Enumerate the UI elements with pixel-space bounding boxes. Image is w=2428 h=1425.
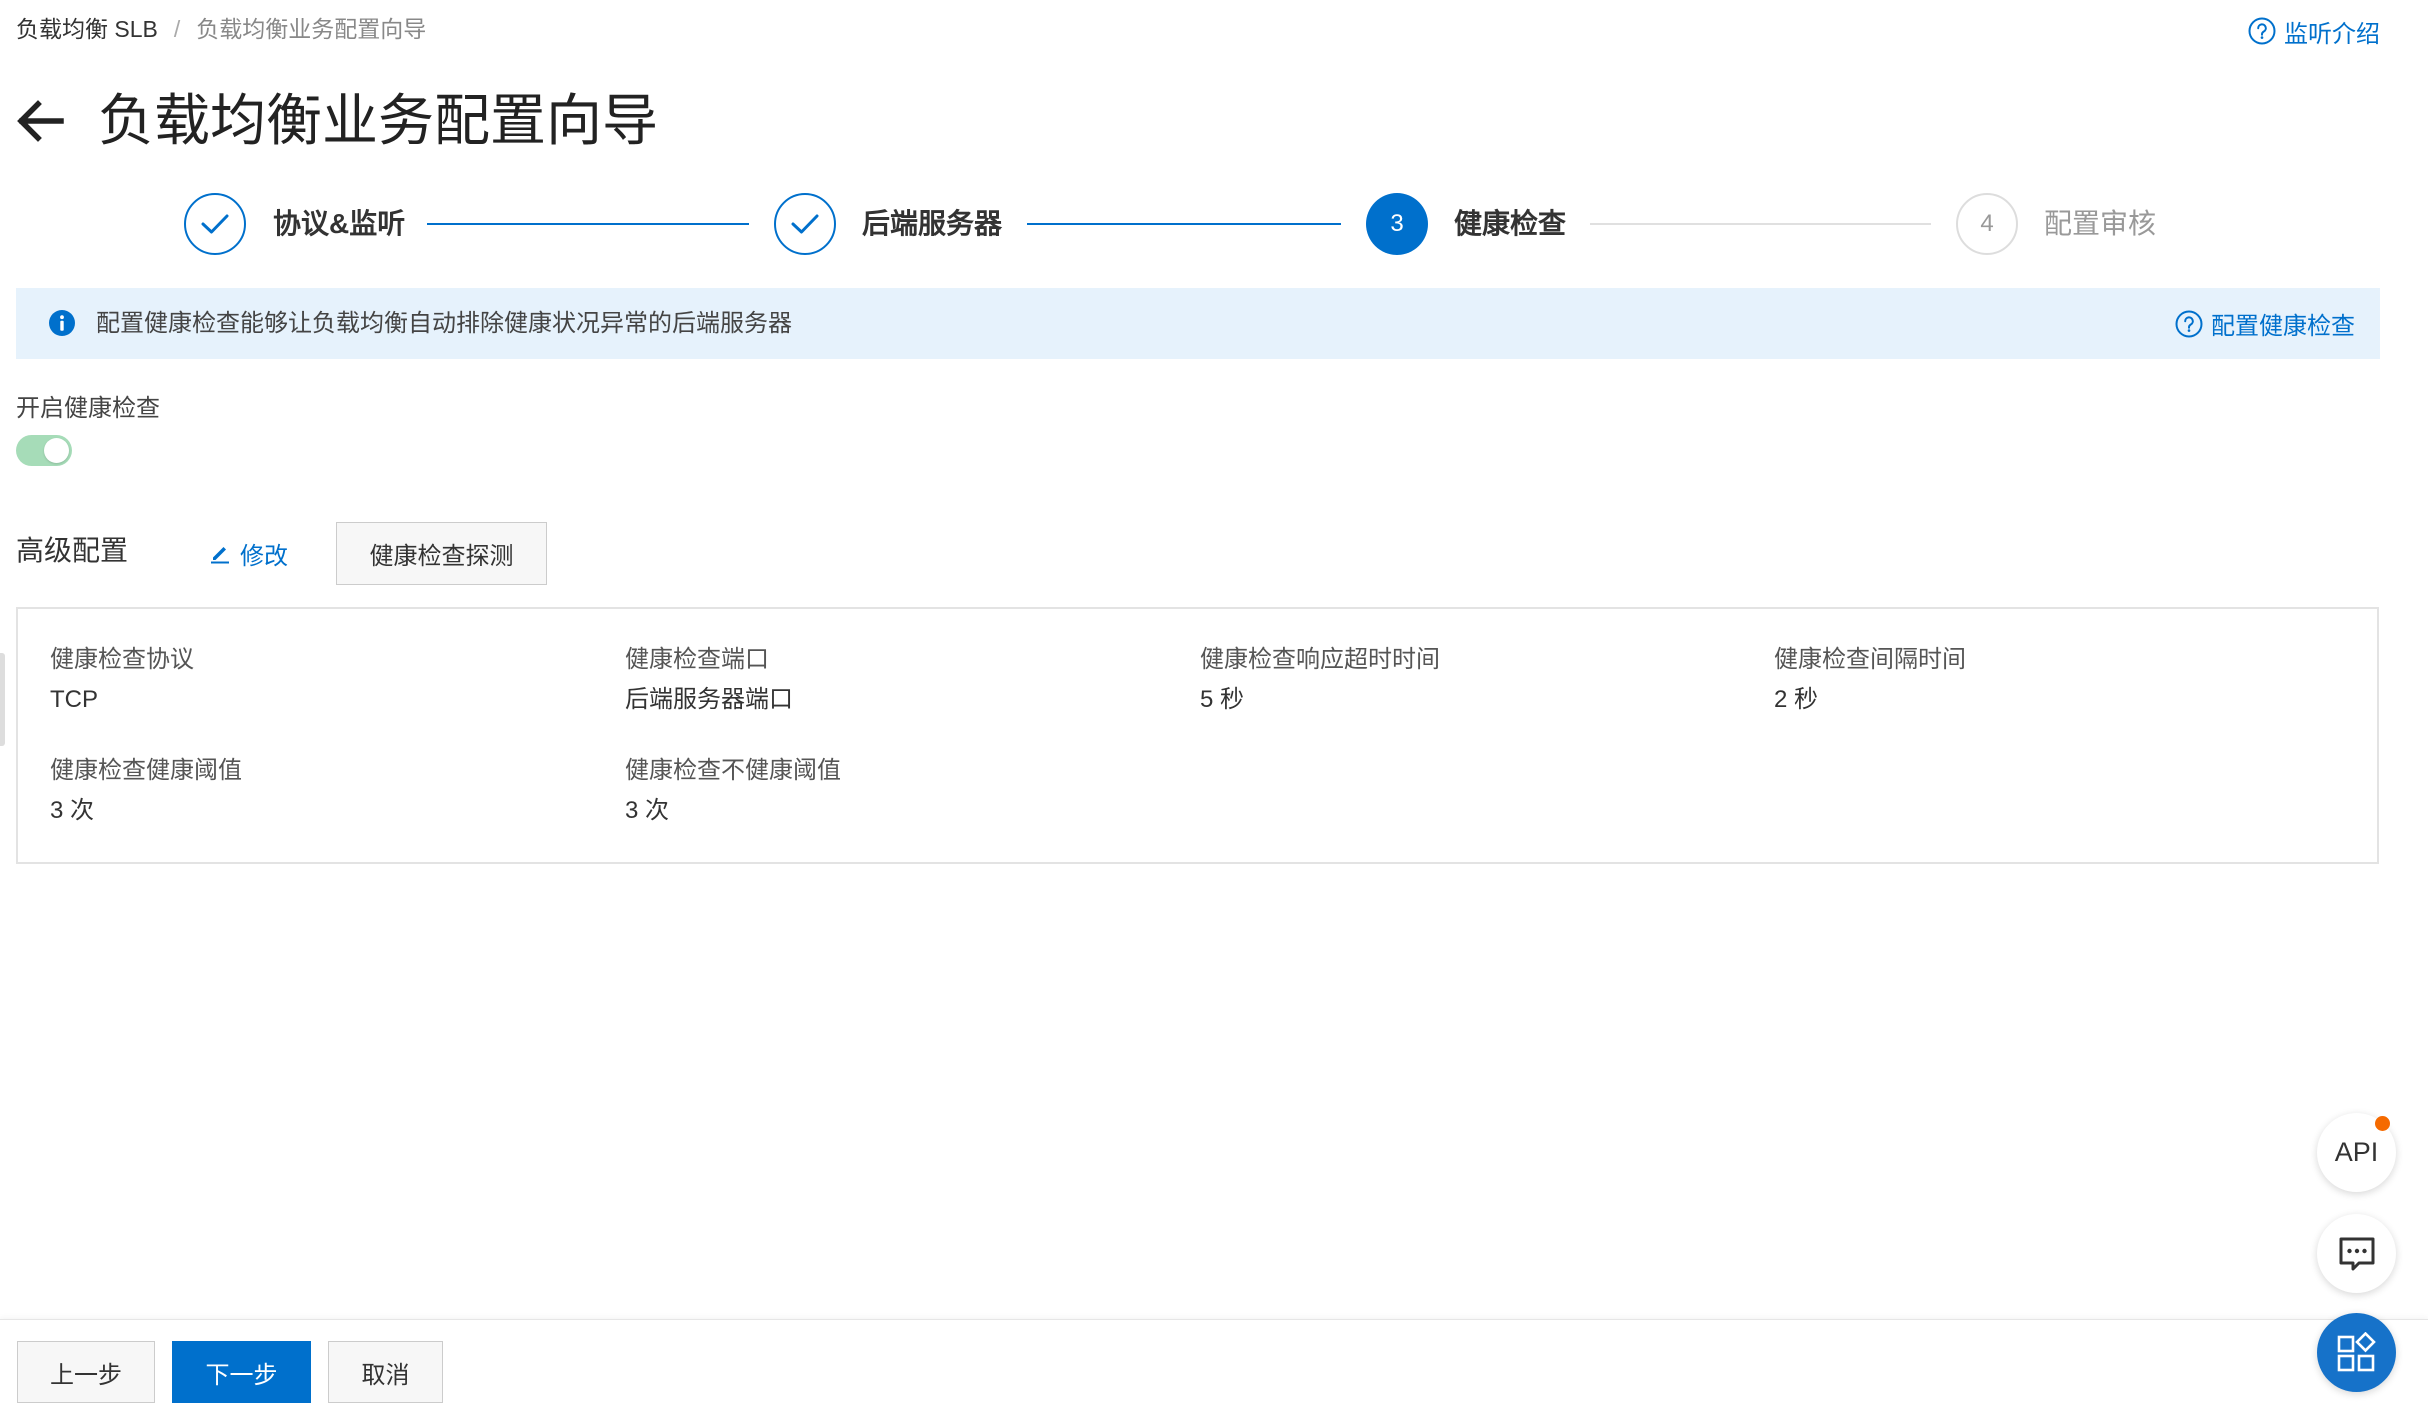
step-connector <box>1027 223 1341 225</box>
detail-item-port: 健康检查端口 后端服务器端口 <box>625 643 1200 754</box>
check-icon <box>791 214 819 234</box>
edit-label: 修改 <box>240 542 288 570</box>
health-check-toggle-label: 开启健康检查 <box>16 395 160 422</box>
info-banner-text: 配置健康检查能够让负载均衡自动排除健康状况异常的后端服务器 <box>96 310 792 337</box>
edit-advanced-config-link[interactable]: 修改 <box>209 536 288 570</box>
listener-intro-label: 监听介绍 <box>2284 20 2380 48</box>
detail-item-healthy-threshold: 健康检查健康阈值 3 次 <box>50 754 625 865</box>
step-connector <box>427 223 749 225</box>
detail-item-protocol: 健康检查协议 TCP <box>50 643 625 754</box>
breadcrumb-item-slb[interactable]: 负载均衡 SLB <box>16 16 158 42</box>
question-circle-icon <box>2248 17 2276 45</box>
toggle-knob <box>44 438 69 463</box>
wizard-footer: 上一步 下一步 取消 <box>0 1319 2428 1425</box>
notification-dot <box>2375 1116 2390 1131</box>
info-banner: 配置健康检查能够让负载均衡自动排除健康状况异常的后端服务器 配置健康检查 <box>16 288 2380 359</box>
info-circle-icon <box>49 310 75 336</box>
configure-health-check-link[interactable]: 配置健康检查 <box>2175 288 2355 359</box>
question-circle-icon <box>2175 310 2203 337</box>
detail-label: 健康检查协议 <box>50 646 194 673</box>
chat-bubble-icon <box>2339 1237 2374 1270</box>
advanced-config-title: 高级配置 <box>16 535 129 566</box>
step-4-label: 配置审核 <box>2044 208 2157 239</box>
detail-item-unhealthy-threshold: 健康检查不健康阈值 3 次 <box>625 754 1200 865</box>
configure-health-check-label: 配置健康检查 <box>2211 313 2355 340</box>
health-check-details: 健康检查协议 TCP 健康检查端口 后端服务器端口 健康检查响应超时时间 5 秒… <box>16 607 2379 864</box>
step-3-label: 健康检查 <box>1454 208 1567 239</box>
breadcrumb: 负载均衡 SLB / 负载均衡业务配置向导 <box>16 12 426 46</box>
health-check-probe-button[interactable]: 健康检查探测 <box>336 522 547 585</box>
detail-value: 2 秒 <box>1774 686 1819 713</box>
page-title: 负载均衡业务配置向导 <box>98 89 658 152</box>
detail-label: 健康检查健康阈值 <box>50 757 242 784</box>
apps-button[interactable] <box>2317 1313 2396 1392</box>
cancel-button[interactable]: 取消 <box>328 1341 443 1403</box>
api-button[interactable]: API <box>2317 1113 2396 1192</box>
detail-label: 健康检查间隔时间 <box>1774 646 1966 673</box>
health-check-toggle[interactable] <box>16 435 72 466</box>
next-step-button[interactable]: 下一步 <box>172 1341 311 1403</box>
detail-label: 健康检查不健康阈值 <box>625 757 841 784</box>
detail-label: 健康检查响应超时时间 <box>1200 646 1440 673</box>
step-1-indicator <box>184 193 246 255</box>
step-4-indicator: 4 <box>1956 193 2018 255</box>
detail-item-interval: 健康检查间隔时间 2 秒 <box>1774 643 2348 754</box>
apps-grid-icon <box>2337 1331 2376 1371</box>
step-connector <box>1590 223 1931 225</box>
listener-intro-link[interactable]: 监听介绍 <box>2248 14 2380 48</box>
pencil-icon <box>211 547 229 564</box>
side-collapse-handle[interactable] <box>0 653 5 746</box>
detail-label: 健康检查端口 <box>625 646 769 673</box>
detail-value: TCP <box>50 686 98 713</box>
step-2-indicator <box>774 193 836 255</box>
chat-button[interactable] <box>2317 1214 2396 1293</box>
detail-item-timeout: 健康检查响应超时时间 5 秒 <box>1200 643 1774 754</box>
step-2-label: 后端服务器 <box>862 208 1003 239</box>
detail-value: 3 次 <box>50 797 95 824</box>
step-1-label: 协议&监听 <box>273 208 406 239</box>
detail-value: 后端服务器端口 <box>625 686 793 713</box>
previous-step-button[interactable]: 上一步 <box>17 1341 155 1403</box>
detail-value: 3 次 <box>625 797 670 824</box>
arrow-left-icon[interactable] <box>14 96 66 146</box>
breadcrumb-item-current: 负载均衡业务配置向导 <box>196 16 427 42</box>
breadcrumb-separator: / <box>173 16 181 42</box>
step-3-indicator: 3 <box>1366 193 1428 255</box>
check-icon <box>201 214 229 234</box>
detail-value: 5 秒 <box>1200 686 1245 713</box>
api-label: API <box>2334 1137 2379 1167</box>
